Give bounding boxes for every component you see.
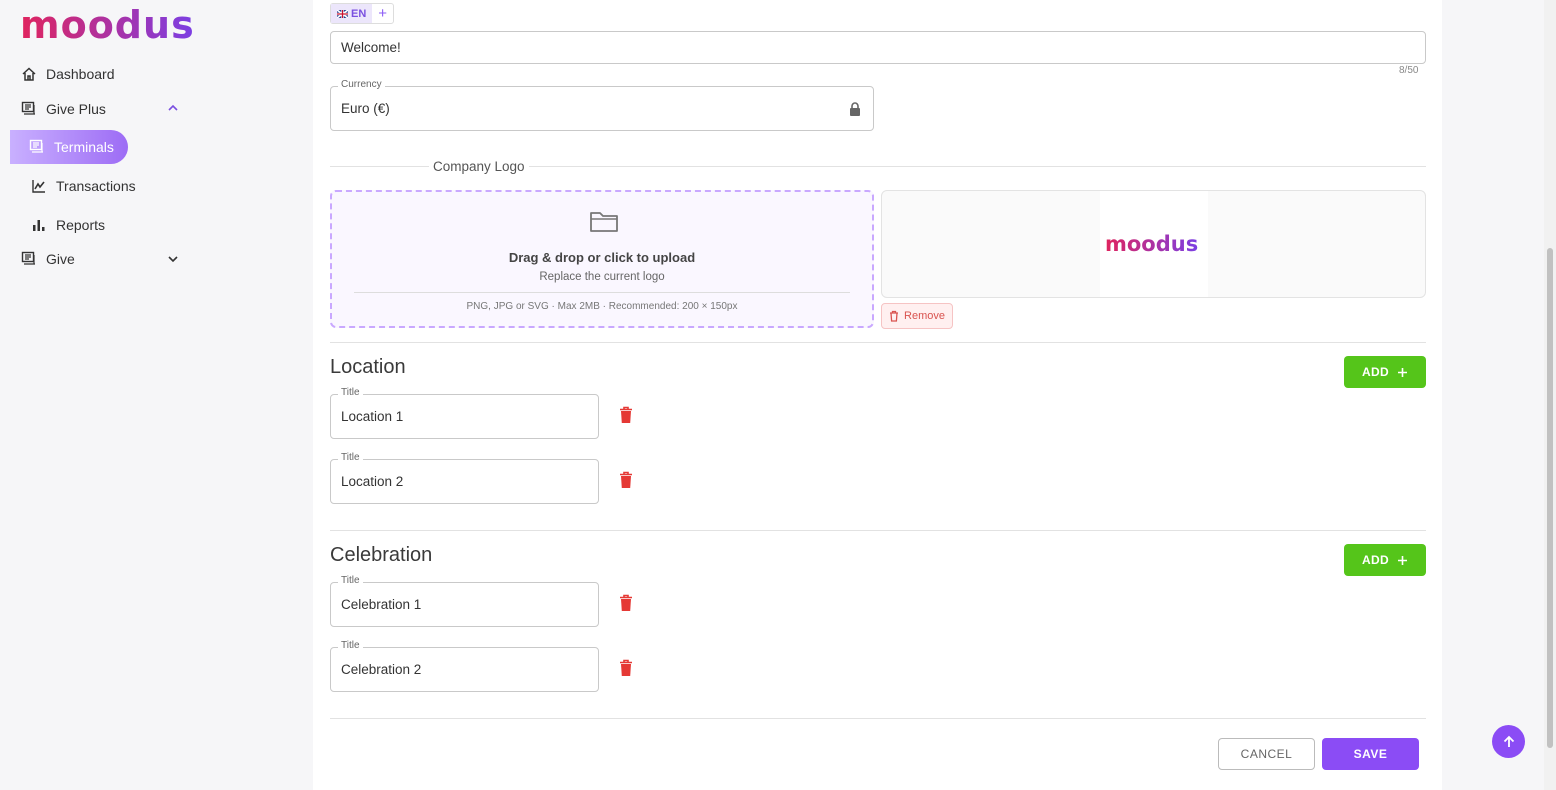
trash-icon: [890, 310, 899, 322]
terminal-icon: [28, 138, 46, 156]
add-language-button[interactable]: +: [372, 5, 393, 22]
cancel-button[interactable]: CANCEL: [1218, 738, 1315, 770]
save-button[interactable]: SAVE: [1322, 738, 1419, 770]
divider: [330, 718, 1426, 719]
title-label: Title: [338, 575, 363, 586]
scrollbar-thumb[interactable]: [1547, 248, 1553, 748]
character-counter: 8/50: [1399, 65, 1419, 76]
moodus-logo[interactable]: moodus: [20, 3, 198, 47]
dropzone-title: Drag & drop or click to upload: [508, 250, 696, 265]
dropzone-subtitle: Replace the current logo: [539, 271, 665, 283]
plus-icon: [1397, 555, 1407, 565]
sidebar-item-label: Give Plus: [46, 101, 106, 117]
company-logo-legend: Company Logo: [429, 159, 529, 174]
sidebar-item-dashboard[interactable]: Dashboard: [20, 65, 115, 83]
plus-icon: [1397, 367, 1407, 377]
divider: [330, 530, 1426, 531]
delete-location-icon[interactable]: [619, 471, 633, 489]
logo-upload-dropzone[interactable]: Drag & drop or click to upload Replace t…: [330, 190, 874, 328]
divider: [354, 292, 850, 293]
celebration-section-title: Celebration: [330, 544, 433, 566]
home-icon: [20, 65, 38, 83]
sidebar-item-give-plus[interactable]: Give Plus: [20, 100, 180, 118]
currency-field: Euro (€): [330, 86, 874, 131]
add-celebration-button[interactable]: ADD: [1344, 544, 1426, 576]
dropzone-hint: PNG, JPG or SVG · Max 2MB · Recommended:…: [466, 301, 738, 312]
chevron-down-icon[interactable]: [168, 254, 178, 264]
remove-logo-button[interactable]: Remove: [881, 303, 953, 329]
svg-text:moodus: moodus: [1105, 233, 1198, 255]
welcome-message-input[interactable]: Welcome!: [330, 31, 1426, 64]
arrow-up-icon: [1503, 735, 1514, 747]
delete-location-icon[interactable]: [619, 406, 633, 424]
sidebar-item-label: Terminals: [54, 139, 114, 155]
sidebar-item-reports[interactable]: Reports: [30, 216, 105, 234]
language-tab-en[interactable]: EN: [331, 4, 373, 23]
add-location-button[interactable]: ADD: [1344, 356, 1426, 388]
delete-celebration-icon[interactable]: [619, 594, 633, 612]
terminal-icon: [20, 100, 38, 118]
svg-text:moodus: moodus: [20, 8, 195, 42]
divider: [330, 342, 1426, 343]
title-label: Title: [338, 640, 363, 651]
title-label: Title: [338, 387, 363, 398]
chevron-up-icon[interactable]: [168, 103, 178, 113]
bar-chart-icon: [30, 216, 48, 234]
location-title-input[interactable]: Location 2: [330, 459, 599, 504]
celebration-title-input[interactable]: Celebration 2: [330, 647, 599, 692]
sidebar-item-label: Dashboard: [46, 66, 115, 82]
celebration-title-input[interactable]: Celebration 1: [330, 582, 599, 627]
uk-flag-icon: [337, 9, 348, 18]
title-label: Title: [338, 452, 363, 463]
terminal-icon: [20, 250, 38, 268]
folder-icon: [590, 212, 618, 232]
logo-preview: moodus: [881, 190, 1426, 298]
sidebar-item-label: Transactions: [56, 178, 136, 194]
currency-label: Currency: [338, 79, 385, 90]
lock-icon: [850, 102, 860, 116]
location-section-title: Location: [330, 356, 406, 378]
sidebar-item-transactions[interactable]: Transactions: [30, 177, 136, 195]
location-title-input[interactable]: Location 1: [330, 394, 599, 439]
sidebar-item-label: Give: [46, 251, 75, 267]
delete-celebration-icon[interactable]: [619, 659, 633, 677]
logo-preview-image: moodus: [1100, 191, 1208, 297]
sidebar: moodus Dashboard Give Plus Terminals Tra…: [0, 0, 313, 790]
language-selector[interactable]: EN +: [330, 3, 395, 24]
chart-line-icon: [30, 177, 48, 195]
scrollbar[interactable]: [1544, 0, 1556, 790]
scroll-to-top-button[interactable]: [1492, 725, 1525, 758]
sidebar-item-label: Reports: [56, 217, 106, 233]
sidebar-item-terminals[interactable]: Terminals: [10, 130, 128, 164]
sidebar-item-give[interactable]: Give: [20, 250, 180, 268]
